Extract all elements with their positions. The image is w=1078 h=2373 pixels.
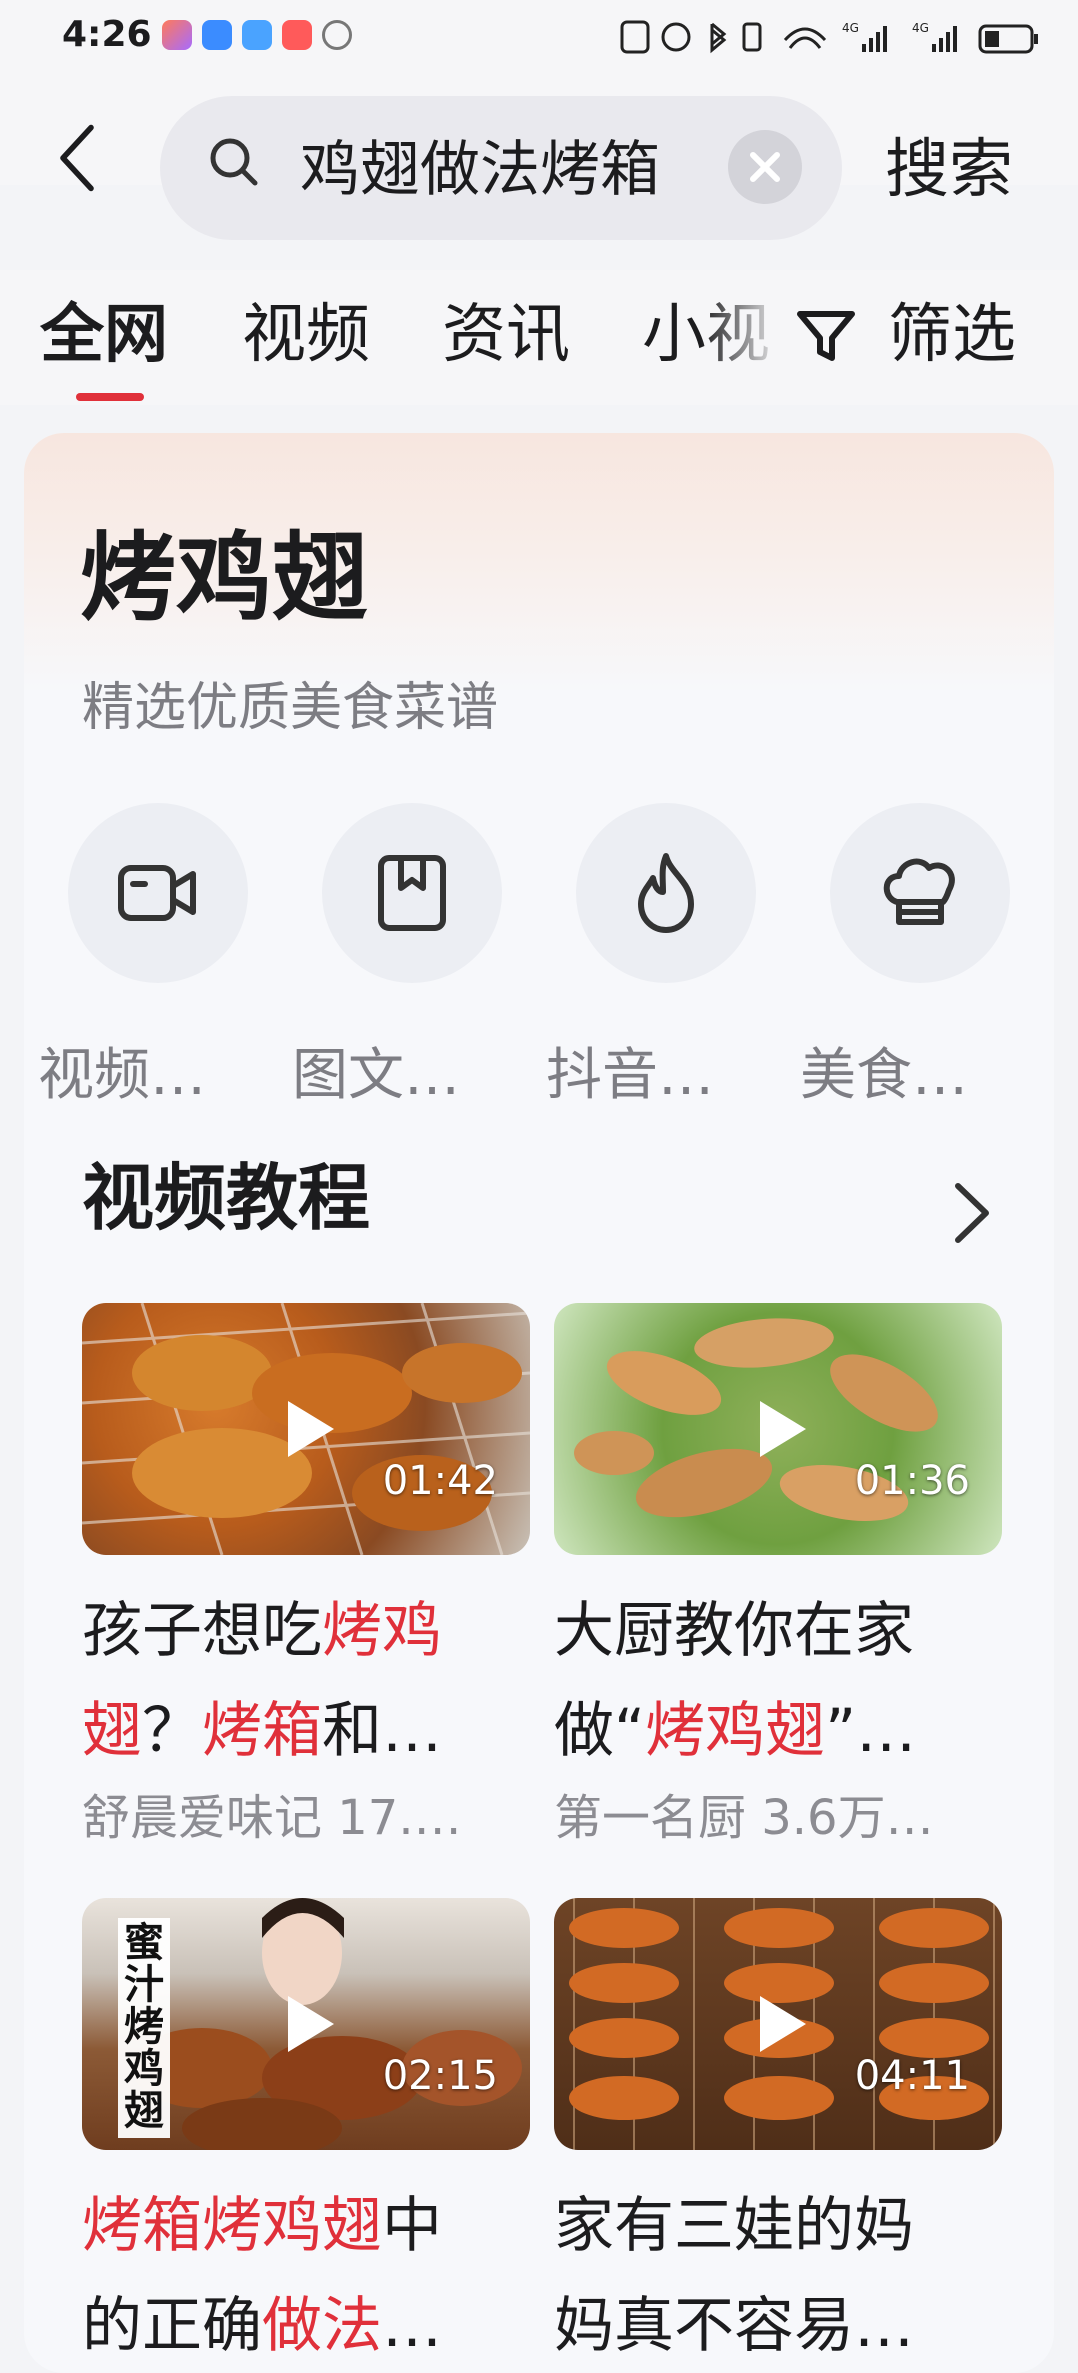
clear-search-button[interactable] [728, 130, 802, 204]
app-icon [162, 20, 192, 50]
category-video[interactable]: 视频… [38, 803, 258, 1108]
video-title[interactable]: 孩子想吃烤鸡 翅？烤箱和… [82, 1581, 530, 1781]
category-label: 图文… [292, 1043, 460, 1108]
category-douyin[interactable]: 抖音… [546, 803, 766, 1108]
play-icon [288, 1996, 334, 2052]
tab-all[interactable]: 全网 [40, 290, 168, 380]
tab-video[interactable]: 视频 [242, 290, 370, 380]
chef-hat-icon [883, 858, 955, 925]
search-button[interactable]: 搜索 [885, 125, 1013, 215]
tab-news[interactable]: 资讯 [442, 290, 570, 380]
search-icon [210, 138, 258, 186]
video-thumbnail[interactable]: 蜜汁烤鸡翅 02:15 [82, 1898, 530, 2150]
video-card[interactable]: 蜜汁烤鸡翅 02:15 烤箱烤鸡翅中 的正确做法… [82, 1898, 530, 2361]
category-label: 美食… [800, 1043, 968, 1108]
category-label: 视频… [38, 1043, 206, 1108]
video-title[interactable]: 烤箱烤鸡翅中 的正确做法… [82, 2176, 530, 2373]
nfc-icon [620, 20, 650, 54]
video-duration: 01:36 [854, 1458, 970, 1504]
video-thumbnail[interactable]: 04:11 [554, 1898, 1002, 2150]
alarm-icon [661, 22, 691, 52]
app-icon [202, 20, 232, 50]
play-icon [760, 1996, 806, 2052]
filter-icon[interactable] [790, 300, 862, 372]
flame-icon [638, 853, 694, 933]
video-card[interactable]: 04:11 家有三娃的妈 妈真不容易… [554, 1898, 1002, 2361]
search-input[interactable]: 鸡翅做法烤箱 [300, 125, 700, 215]
section-title[interactable]: 视频教程 [82, 1148, 370, 1248]
chevron-right-icon[interactable] [944, 1178, 1000, 1248]
status-time: 4:26 [62, 14, 152, 55]
app-icon [282, 20, 312, 50]
play-icon [288, 1401, 334, 1457]
notification-app-icons [162, 20, 352, 50]
video-thumbnail[interactable]: 01:36 [554, 1303, 1002, 1555]
video-duration: 01:42 [382, 1458, 498, 1504]
net-label: 4G [912, 21, 929, 35]
thumbnail-overlay-text: 蜜汁烤鸡翅 [124, 1920, 164, 2134]
video-thumbnail[interactable]: 01:42 [82, 1303, 530, 1555]
play-icon [760, 1401, 806, 1457]
video-camera-icon [118, 865, 196, 921]
video-title[interactable]: 家有三娃的妈 妈真不容易… [554, 2176, 1002, 2373]
net-label: 4G [842, 21, 859, 35]
category-article[interactable]: 图文… [292, 803, 512, 1108]
bluetooth-icon [710, 22, 727, 54]
video-duration: 04:11 [854, 2053, 970, 2099]
video-meta: 第一名厨 3.6万… [554, 1790, 934, 1846]
close-icon [750, 152, 780, 182]
video-card[interactable]: 01:36 大厨教你在家 做“烤鸡翅”… 第一名厨 3.6万… [554, 1303, 1002, 1846]
video-title[interactable]: 大厨教你在家 做“烤鸡翅”… [554, 1581, 1002, 1781]
status-icons: 4G 4G [620, 20, 1038, 54]
app-icon [242, 20, 272, 50]
video-card[interactable]: 01:42 孩子想吃烤鸡 翅？烤箱和… 舒晨爱味记 17.… [82, 1303, 530, 1846]
active-tab-indicator [76, 393, 144, 401]
category-food[interactable]: 美食… [800, 803, 1020, 1108]
card-subtitle: 精选优质美食菜谱 [82, 678, 499, 738]
wifi-icon [783, 27, 827, 49]
filter-button[interactable]: 筛选 [888, 290, 1016, 380]
video-meta: 舒晨爱味记 17.… [82, 1790, 462, 1846]
bookmark-icon [378, 855, 446, 931]
speed-icon [322, 20, 352, 50]
card-title[interactable]: 烤鸡翅 [80, 518, 368, 638]
vibrate-icon [742, 22, 762, 52]
back-icon[interactable] [40, 118, 110, 198]
video-duration: 02:15 [382, 2053, 498, 2099]
status-bar: 4:26 4G 4G [0, 0, 1078, 80]
recipe-card: 烤鸡翅 精选优质美食菜谱 视频… 图文… 抖音… 美食… 视频教程 01:42 … [24, 433, 1054, 2373]
category-label: 抖音… [546, 1043, 714, 1108]
